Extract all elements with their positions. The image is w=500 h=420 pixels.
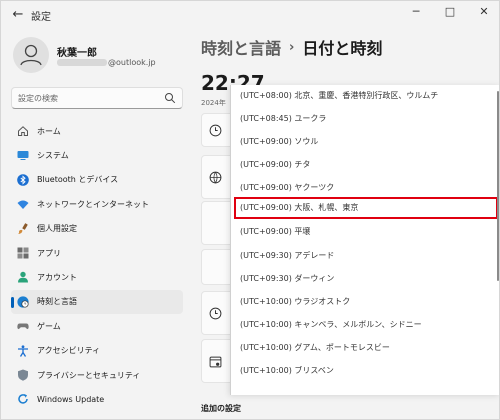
sidebar-item-personalization[interactable]: 個人用設定 <box>11 217 183 241</box>
sidebar-item-time-language[interactable]: 時刻と言語 <box>11 289 183 315</box>
sidebar-item-label: アカウント <box>37 273 77 283</box>
clock-icon <box>209 307 222 320</box>
close-button[interactable]: ✕ <box>467 1 499 23</box>
sidebar-item-gaming[interactable]: ゲーム <box>11 314 183 338</box>
sidebar-item-bluetooth[interactable]: Bluetooth とデバイス <box>11 168 183 192</box>
email-redacted <box>57 59 107 66</box>
search-input[interactable] <box>18 88 158 108</box>
paintbrush-icon <box>18 222 28 234</box>
shield-icon <box>18 369 28 381</box>
timezone-option[interactable]: (UTC+09:30) ダーウィン <box>231 268 499 290</box>
timezone-option[interactable]: (UTC+10:00) グアム、ポートモレスビー <box>231 337 499 359</box>
timezone-option[interactable]: (UTC+09:00) 平壌 <box>231 221 499 243</box>
sidebar-item-windows-update[interactable]: Windows Update <box>11 387 183 411</box>
gamepad-icon <box>17 323 29 330</box>
globe-clock-icon <box>209 171 222 184</box>
breadcrumb: 時刻と言語 › 日付と時刻 <box>201 35 382 59</box>
system-icon <box>17 151 29 161</box>
sidebar-item-label: Windows Update <box>37 394 105 404</box>
chevron-right-icon: › <box>289 39 295 55</box>
globe-clock-icon <box>17 296 29 308</box>
timezone-option[interactable]: (UTC+10:00) キャンベラ、メルボルン、シドニー <box>231 314 499 336</box>
timezone-option[interactable]: (UTC+09:30) アデレード <box>231 245 499 267</box>
sidebar-item-label: ゲーム <box>37 321 61 331</box>
sidebar-item-label: 時刻と言語 <box>37 297 77 307</box>
timezone-option[interactable]: (UTC+09:00) チタ <box>231 154 499 176</box>
update-icon <box>18 394 28 404</box>
accessibility-icon <box>18 344 28 357</box>
sidebar-item-system[interactable]: システム <box>11 143 183 167</box>
sidebar-item-apps[interactable]: アプリ <box>11 241 183 265</box>
app-title: 設定 <box>31 12 51 23</box>
timezone-option[interactable]: (UTC+08:45) ユークラ <box>231 108 499 130</box>
user-email: @outlook.jp <box>57 58 156 67</box>
sidebar-item-network[interactable]: ネットワークとインターネット <box>11 192 183 216</box>
sidebar-item-home[interactable]: ホーム <box>11 119 183 143</box>
maximize-button[interactable]: □ <box>433 1 467 23</box>
sidebar-item-accounts[interactable]: アカウント <box>11 265 183 289</box>
apps-icon <box>17 247 29 259</box>
sidebar-item-label: システム <box>37 151 69 161</box>
settings-window: ← 設定 ─ □ ✕ 秋葉一郎 @outlook.jp ホーム <box>0 0 500 420</box>
minimize-button[interactable]: ─ <box>399 1 433 23</box>
globe-clock-icon <box>209 124 222 137</box>
sidebar-item-label: プライバシーとセキュリティ <box>37 370 141 380</box>
timezone-option[interactable]: (UTC+09:00) ソウル <box>231 131 499 153</box>
additional-settings-heading: 追加の設定 <box>201 404 241 413</box>
sidebar-nav: ホーム システム Bluetooth とデバイス ネットワークとインターネット <box>11 119 183 412</box>
email-domain: @outlook.jp <box>108 58 156 67</box>
avatar[interactable] <box>13 37 49 73</box>
sidebar-item-label: ホーム <box>37 126 61 136</box>
timezone-option[interactable]: (UTC+10:00) ウラジオストク <box>231 291 499 313</box>
sidebar-item-accessibility[interactable]: アクセシビリティ <box>11 339 183 363</box>
timezone-option[interactable]: (UTC+09:00) ヤクーツク <box>231 177 499 199</box>
user-name: 秋葉一郎 <box>57 48 97 59</box>
back-button[interactable]: ← <box>7 5 29 25</box>
wifi-icon <box>17 200 29 210</box>
arrow-left-icon: ← <box>12 7 24 22</box>
timezone-option-selected[interactable]: (UTC+09:00) 大阪、札幌、東京 <box>234 197 498 219</box>
page-title: 日付と時刻 <box>302 39 383 58</box>
sidebar-item-label: アクセシビリティ <box>37 346 101 356</box>
breadcrumb-parent[interactable]: 時刻と言語 <box>201 35 281 59</box>
sidebar-item-label: アプリ <box>37 248 61 258</box>
bluetooth-icon <box>17 173 29 186</box>
sidebar-item-privacy[interactable]: プライバシーとセキュリティ <box>11 363 183 387</box>
search-box[interactable] <box>11 87 183 109</box>
sidebar-item-label: 個人用設定 <box>37 224 77 234</box>
sidebar-item-label: ネットワークとインターネット <box>37 199 149 209</box>
sidebar-item-label: Bluetooth とデバイス <box>37 175 119 185</box>
home-icon <box>18 126 28 136</box>
person-icon <box>18 272 28 283</box>
calendar-icon <box>209 356 222 368</box>
timezone-dropdown-list[interactable]: (UTC+08:00) 北京、重慶、香港特別行政区、ウルムチ (UTC+08:4… <box>230 85 499 395</box>
scrollbar[interactable] <box>497 91 499 281</box>
timezone-option[interactable]: (UTC+10:00) ブリスベン <box>231 360 499 382</box>
search-icon[interactable] <box>164 92 176 104</box>
title-bar: ← 設定 ─ □ ✕ <box>1 1 499 29</box>
person-icon <box>20 44 42 66</box>
timezone-option[interactable]: (UTC+08:00) 北京、重慶、香港特別行政区、ウルムチ <box>231 85 499 107</box>
current-date: 2024年 <box>201 99 226 107</box>
